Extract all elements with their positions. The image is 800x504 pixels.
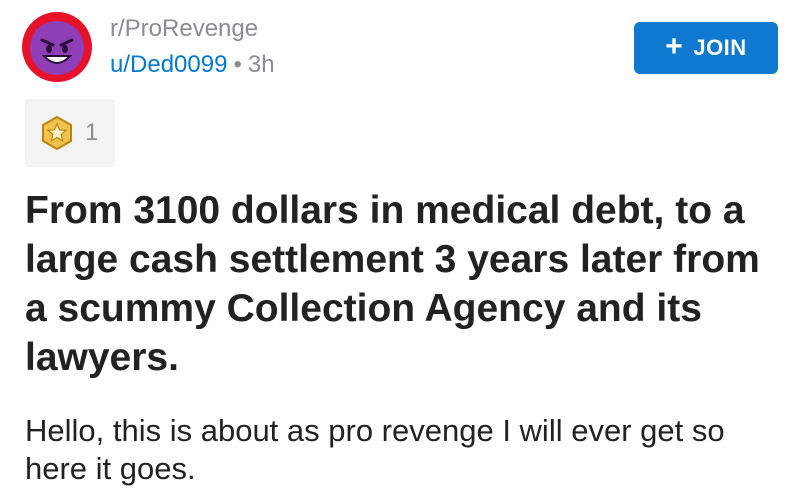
award-chip[interactable]: 1 (25, 99, 115, 167)
award-count: 1 (85, 119, 99, 146)
join-label: JOIN (693, 35, 747, 60)
post-meta: r/ProRevenge u/Ded0099 • 3h (110, 14, 275, 80)
post-header: r/ProRevenge u/Ded0099 • 3h + JOIN (22, 12, 778, 82)
join-button[interactable]: + JOIN (634, 22, 778, 74)
star-award-icon (42, 115, 72, 151)
plus-icon: + (665, 29, 684, 63)
post-title[interactable]: From 3100 dollars in medical debt, to a … (25, 186, 775, 382)
meta-separator: • (233, 51, 242, 78)
post-body: Hello, this is about as pro revenge I wi… (25, 413, 725, 486)
devil-face-icon (30, 21, 84, 75)
subreddit-link[interactable]: r/ProRevenge (110, 14, 275, 44)
post-age: 3h (247, 51, 275, 78)
post-card: r/ProRevenge u/Ded0099 • 3h + JOIN 1 From … (0, 0, 800, 504)
subreddit-avatar[interactable] (22, 12, 92, 82)
author-line: u/Ded0099 • 3h (110, 50, 275, 80)
author-link[interactable]: u/Ded0099 (110, 51, 227, 78)
